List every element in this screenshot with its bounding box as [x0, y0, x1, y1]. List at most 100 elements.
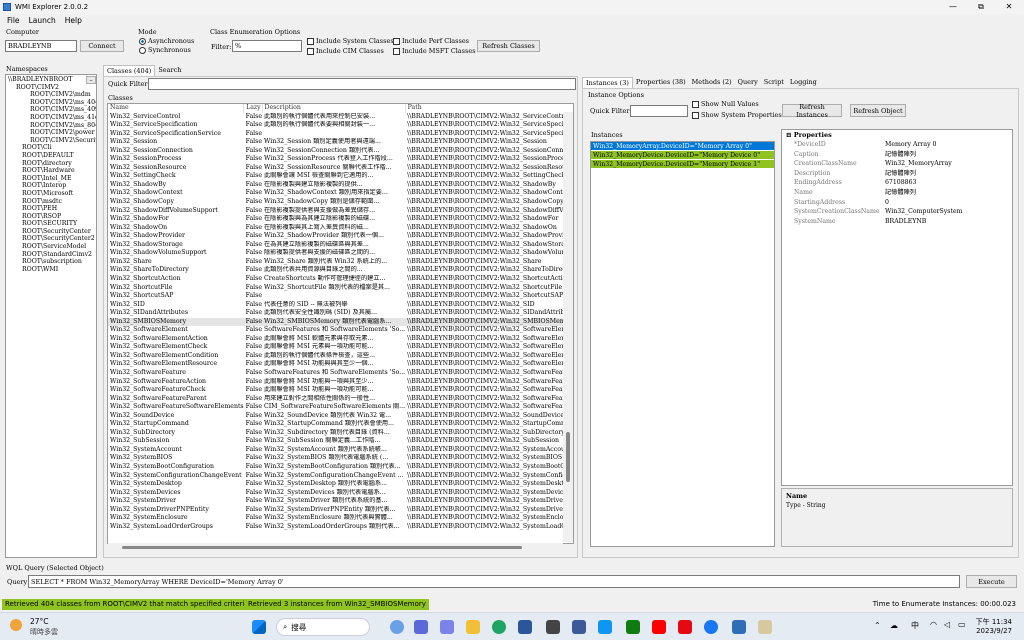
tab-script[interactable]: Script [761, 77, 787, 88]
facebook-icon[interactable] [704, 620, 718, 634]
col-name-header[interactable]: Name [108, 104, 245, 113]
property-row[interactable]: SystemCreationClassName Win32_ComputerSys… [782, 207, 963, 217]
namespace-item[interactable]: ROOT\SECURITY [6, 220, 96, 228]
class-filter-input[interactable]: % [232, 40, 302, 52]
namespace-item[interactable]: ROOT\CIMV2\ms_409 [6, 106, 96, 114]
show-null-checkbox[interactable]: Show Null Values [692, 100, 759, 108]
namespace-item[interactable]: ROOT\Hardware [6, 167, 96, 175]
class-row[interactable]: Win32_ShadowBy False 在陰影複製與建立陰影複製的提供... \\B… [108, 181, 573, 190]
property-row[interactable]: Caption 記憶體陣列 [782, 150, 963, 160]
class-row[interactable]: Win32_Share False Win32_Share 類別代表 Win32 系… [108, 258, 573, 267]
namespace-item[interactable]: ROOT\SecurityCenter [6, 228, 96, 236]
class-row[interactable]: Win32_SoftwareFeatureCheck False 此關聯會將 MSI… [108, 386, 573, 395]
col-lazy-header[interactable]: Lazy [243, 104, 263, 113]
property-row[interactable]: CreationClassName Win32_MemoryArray [782, 159, 963, 169]
refresh-object-button[interactable]: Refresh Object [850, 104, 906, 117]
class-row[interactable]: Win32_StartupCommand False Win32_StartupCo… [108, 420, 573, 429]
class-row[interactable]: Win32_ShadowStorage False 在為其建立陰影複製的磁碟區與其差… [108, 241, 573, 250]
class-row[interactable]: Win32_SettingCheck False 此關聯會讓 MSI 檢查關聯到它適… [108, 172, 573, 181]
namespace-item[interactable]: ROOT\CIMV2\ms_804 [6, 122, 96, 130]
execute-button[interactable]: Execute [966, 575, 1017, 588]
class-row[interactable]: Win32_ServiceSpecification False 此類別的執行個體代… [108, 121, 573, 130]
namespace-item[interactable]: ROOT\RSOP [6, 213, 96, 221]
include-perf-checkbox[interactable]: Include Perf Classes [393, 37, 469, 45]
app-icon-2[interactable] [414, 620, 428, 634]
tab-properties[interactable]: Properties (38) [633, 77, 689, 88]
class-row[interactable]: Win32_SMBIOSMemory False Win32_SMBIOSMemor… [108, 317, 573, 327]
class-row[interactable]: Win32_ShortcutFile False Win32_ShortcutFil… [108, 283, 573, 292]
namespace-item[interactable]: ROOT\msdtc [6, 198, 96, 206]
class-row[interactable]: Win32_SoftwareFeatureAction False 此關聯會將 MS… [108, 378, 573, 387]
tab-query[interactable]: Query [735, 77, 761, 88]
class-row[interactable]: Win32_SID False 代表任意的 SID -- 無法被列舉 \\BRADLE… [108, 301, 573, 310]
class-row[interactable]: Win32_SystemBIOS False Win32_SystemBIOS 類別… [108, 454, 573, 463]
class-row[interactable]: Win32_ShadowCopy False Win32_ShadowCopy 類別… [108, 198, 573, 207]
class-row[interactable]: Win32_SoftwareElementCondition False 此類別的執… [108, 352, 573, 361]
app-icon-4[interactable] [572, 620, 586, 634]
class-row[interactable]: Win32_Session False Win32_Session 類別定義使用者與… [108, 138, 573, 147]
app-icon-5[interactable] [598, 620, 612, 634]
class-row[interactable]: Win32_SystemDesktop False Win32_SystemDesk… [108, 480, 573, 489]
properties-grid[interactable]: ⊟ Properties *DeviceID Memory Array 0 Capt… [781, 129, 1013, 486]
namespace-item[interactable]: ROOT\Intel_ME [6, 175, 96, 183]
weather-icon[interactable] [10, 619, 22, 631]
namespace-tree[interactable]: \\BRADLEYNBROOT ROOT\CIMV2 ROOT\CIMV2\mdm R… [5, 74, 97, 558]
menu-help[interactable]: Help [65, 16, 82, 25]
class-row[interactable]: Win32_SoftwareElementResource False 此關聯會將 … [108, 360, 573, 369]
class-row[interactable]: Win32_SystemDriverPNPEntity False Win32_Sy… [108, 506, 573, 515]
classes-table[interactable]: Name Lazy Description Path Win32_Service… [107, 103, 574, 544]
taskbar-search[interactable]: ⌕ 搜尋 [276, 618, 370, 636]
namespace-item[interactable]: ROOT\Interop [6, 182, 96, 190]
property-row[interactable]: Description 記憶體陣列 [782, 169, 963, 179]
refresh-classes-button[interactable]: Refresh Classes [477, 40, 540, 52]
start-icon[interactable] [252, 620, 266, 634]
class-row[interactable]: Win32_ShadowVolumeSupport False 陰影複製提供者與支援… [108, 249, 573, 258]
namespace-item[interactable]: ROOT\PEH [6, 205, 96, 213]
class-row[interactable]: Win32_SoftwareFeatureSoftwareElements Fal… [108, 403, 573, 412]
menu-file[interactable]: File [7, 16, 20, 25]
class-row[interactable]: Win32_SoftwareFeature False SoftwareFeatur… [108, 369, 573, 378]
collapse-icon[interactable]: ⊟ [786, 131, 794, 139]
wql-query-input[interactable]: SELECT * FROM Win32_MemoryArray WHERE De… [28, 575, 960, 588]
namespace-item[interactable]: ROOT\CIMV2\ms_404 [6, 99, 96, 107]
wmi-explorer-taskbar-icon[interactable] [758, 620, 772, 634]
weather-temp[interactable]: 27°C [30, 617, 49, 626]
maximize-button[interactable]: ⧉ [967, 0, 995, 14]
class-row[interactable]: Win32_SystemEnclosure False Win32_SystemEn… [108, 514, 573, 523]
class-row[interactable]: Win32_ServiceControl False 此類別的執行個體代表用來控制已… [108, 113, 573, 122]
app-icon-1[interactable] [390, 620, 404, 634]
xbox-icon[interactable] [626, 620, 640, 634]
edge-icon[interactable] [492, 620, 506, 634]
class-row[interactable]: Win32_SoftwareElementAction False 此關聯會將 MS… [108, 335, 573, 344]
class-row[interactable]: Win32_ShortcutSAP False \\BRADLEYNB\ROOT\C… [108, 292, 573, 301]
class-row[interactable]: Win32_SoftwareElement False SoftwareFeatur… [108, 326, 573, 335]
file-explorer-icon[interactable] [466, 620, 480, 634]
input-language[interactable]: 中 [911, 620, 919, 631]
speaker-icon[interactable]: ◁ [944, 620, 950, 629]
calculator-icon[interactable] [732, 620, 746, 634]
class-row[interactable]: Win32_SystemDevices False Win32_SystemDevi… [108, 489, 573, 498]
instance-item[interactable]: Win32_MemoryDevice.DeviceID="Memory Devi… [591, 151, 774, 160]
namespace-item[interactable]: ROOT\subscription [6, 258, 96, 266]
class-row[interactable]: Win32_SystemLoadOrderGroups False Win32_Sy… [108, 523, 573, 532]
class-row[interactable]: Win32_SubSession False Win32_SubSession 關聯… [108, 437, 573, 446]
class-row[interactable]: Win32_ServiceSpecificationService False \\… [108, 130, 573, 139]
namespace-item[interactable]: ROOT\CIMV2\power [6, 129, 96, 137]
class-row[interactable]: Win32_SessionConnection False Win32_Sessio… [108, 147, 573, 156]
collapse-button[interactable]: – [86, 76, 96, 84]
class-row[interactable]: Win32_SystemConfigurationChangeEvent Fals… [108, 472, 573, 481]
class-row[interactable]: Win32_ShadowContext False Win32_ShadowCont… [108, 189, 573, 198]
class-row[interactable]: Win32_SessionResource False Win32_SessionR… [108, 164, 573, 173]
clock-time[interactable]: 下午 11:34 [972, 617, 1012, 627]
namespace-item[interactable]: \\BRADLEYNBROOT [6, 76, 96, 84]
namespace-item[interactable]: ROOT\CIMV2\Security [6, 137, 96, 145]
include-system-checkbox[interactable]: Include System Classes [307, 37, 394, 45]
class-row[interactable]: Win32_SystemDriver False Win32_SystemDrive… [108, 497, 573, 506]
class-row[interactable]: Win32_SoftwareFeatureParent False 用來建立對作之間… [108, 395, 573, 404]
hscroll-thumb[interactable] [122, 546, 522, 549]
class-row[interactable]: Win32_ShadowOn False 在陰影複製與其上寫入差異資料的磁... \\… [108, 224, 573, 233]
namespace-item[interactable]: ROOT\SecurityCenter2 [6, 235, 96, 243]
instance-quick-filter-input[interactable] [630, 105, 688, 117]
class-row[interactable]: Win32_SystemBootConfiguration False Win32_… [108, 463, 573, 472]
refresh-instances-button[interactable]: Refresh Instances [782, 103, 842, 119]
